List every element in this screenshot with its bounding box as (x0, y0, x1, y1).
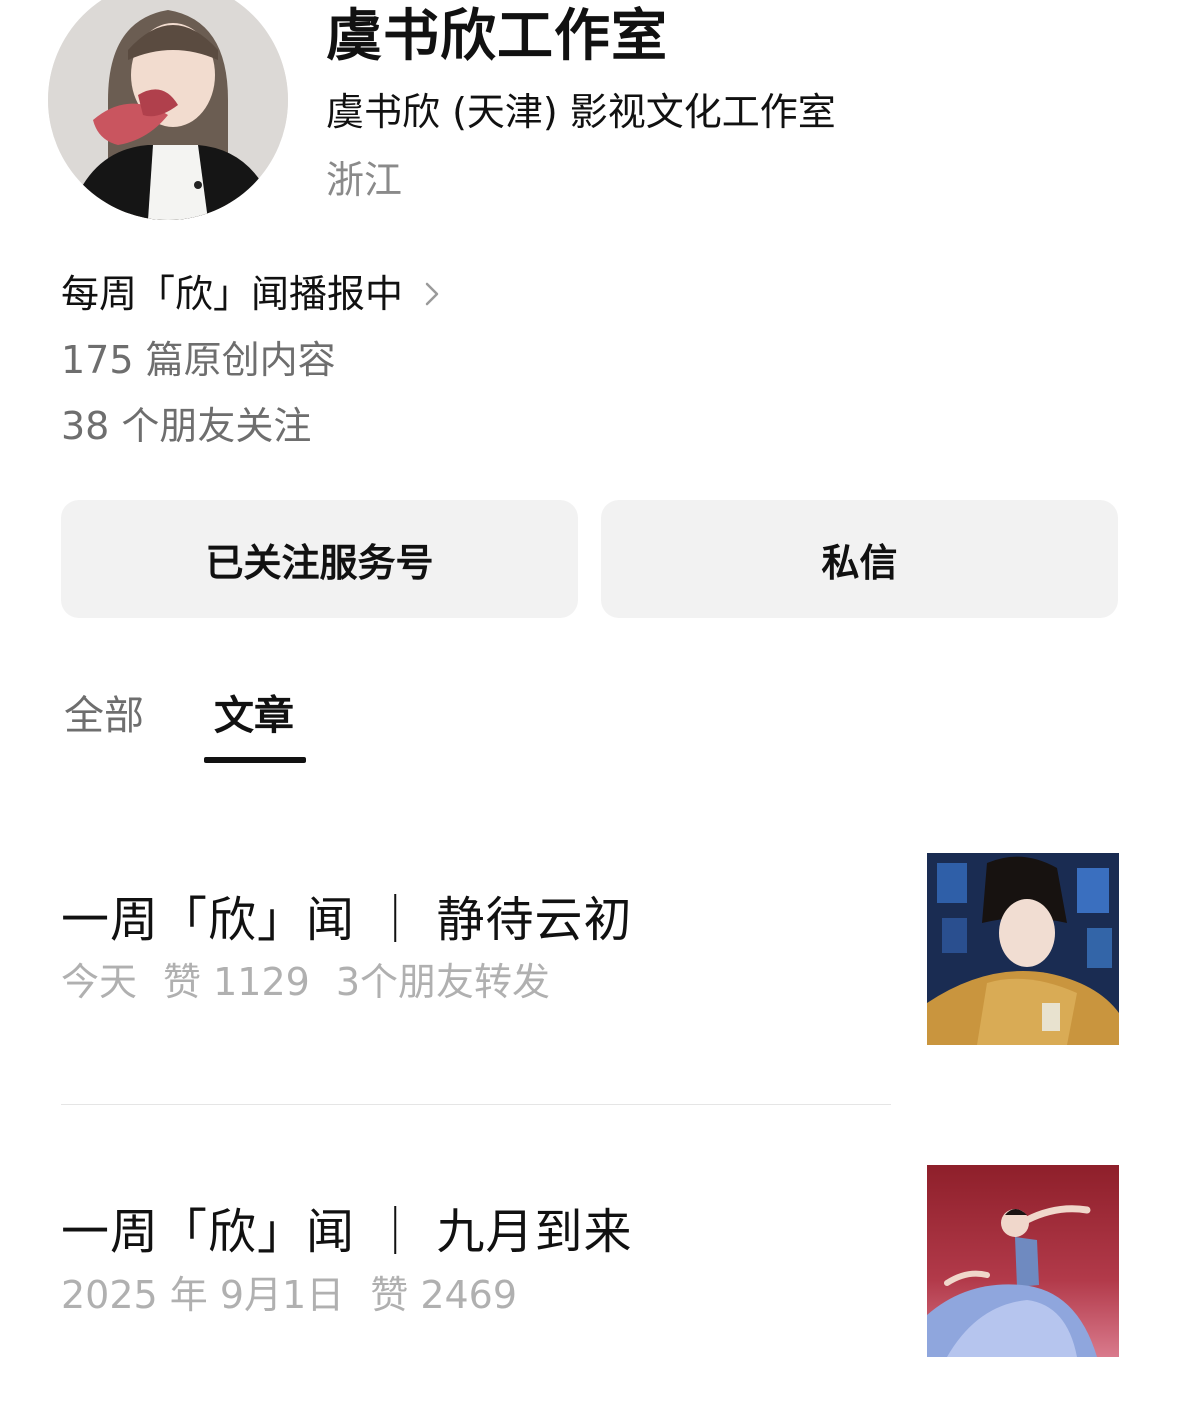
article-likes: 赞 2469 (370, 1273, 518, 1317)
article-date: 2025 年 9月1日 (61, 1273, 345, 1317)
account-profile-page: 虞书欣工作室 虞书欣 (天津) 影视文化工作室 浙江 每周「欣」闻播报中 175… (0, 0, 1179, 1414)
article-meta: 今天赞 1129 3个朋友转发 (61, 958, 576, 1006)
tagline-link[interactable]: 每周「欣」闻播报中 (61, 270, 443, 318)
article-meta: 2025 年 9月1日赞 2469 (61, 1271, 543, 1319)
location-label: 浙江 (326, 158, 403, 202)
tagline-text: 每周「欣」闻播报中 (61, 272, 404, 316)
company-name: 虞书欣 (天津) 影视文化工作室 (326, 90, 836, 134)
article-shares: 3个朋友转发 (335, 960, 550, 1004)
photo-thumbnail-icon (927, 853, 1119, 1045)
chevron-right-icon (425, 282, 439, 306)
article-thumbnail (927, 1165, 1119, 1357)
followed-button[interactable]: 已关注服务号 (61, 500, 578, 618)
article-date: 今天 (61, 960, 138, 1004)
tab-all[interactable]: 全部 (64, 690, 144, 742)
active-tab-indicator (204, 757, 306, 763)
avatar-image (48, 0, 288, 220)
original-articles-count: 175 篇原创内容 (61, 338, 336, 382)
divider (61, 1104, 891, 1105)
account-name: 虞书欣工作室 (326, 4, 668, 69)
avatar[interactable] (48, 0, 288, 220)
tab-articles[interactable]: 文章 (214, 690, 294, 742)
friends-following-count: 38 个朋友关注 (61, 404, 312, 448)
article-likes: 赞 1129 (163, 960, 310, 1004)
photo-thumbnail-icon (927, 1165, 1119, 1357)
article-title: 一周「欣」闻 ｜ 九月到来 (61, 1204, 633, 1260)
message-button[interactable]: 私信 (601, 500, 1118, 618)
article-thumbnail (927, 853, 1119, 1045)
article-title: 一周「欣」闻 ｜ 静待云初 (61, 892, 633, 948)
